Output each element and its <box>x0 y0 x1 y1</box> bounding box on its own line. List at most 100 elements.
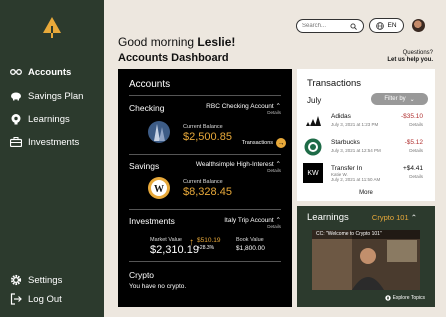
course-label: Crypto 101 <box>371 213 409 222</box>
briefcase-icon <box>10 136 22 148</box>
greeting: Good morning Leslie! <box>118 35 235 49</box>
compass-icon <box>384 295 391 301</box>
transaction-details-link[interactable]: Details <box>409 122 423 127</box>
language-label: EN <box>387 22 397 29</box>
divider <box>129 95 281 96</box>
savings-balance-label: Current Balance <box>183 179 223 185</box>
page-title: Accounts Dashboard <box>118 52 229 64</box>
divider <box>129 209 281 210</box>
chevron-updown-icon: ⌃ <box>410 213 417 222</box>
wealthsimple-logo-icon: W <box>148 177 170 199</box>
help-line-2: Let us help you. <box>387 57 433 63</box>
transaction-amount: -$5.12 <box>404 139 423 146</box>
transaction-name: Transfer In <box>331 165 363 172</box>
savings-details-link[interactable]: Details <box>196 168 281 173</box>
chevron-down-icon: ⌄ <box>409 96 415 103</box>
sidebar-item-accounts[interactable]: Accounts <box>10 66 71 78</box>
rbc-building-icon <box>148 121 170 143</box>
sidebar-item-label: Accounts <box>28 66 72 78</box>
checking-balance-value: $2,500.85 <box>183 131 232 143</box>
arrow-right-icon: → <box>276 138 286 148</box>
sidebar-item-learnings[interactable]: Learnings <box>10 113 70 125</box>
transaction-row[interactable]: KW Transfer In Katie W. July 2, 2021 at … <box>301 163 431 185</box>
accounts-panel: Accounts Checking RBC Checking Account ⌃… <box>118 69 292 307</box>
transaction-name: Starbucks <box>331 139 360 146</box>
investments-details-link[interactable]: Details <box>224 224 281 229</box>
book-value-label: Book Value <box>236 237 264 243</box>
change-value: $510.19 <box>197 237 221 244</box>
tree-logo-icon[interactable] <box>42 16 62 38</box>
filter-label: Filter by <box>384 96 406 102</box>
globe-icon <box>376 21 385 30</box>
glasses-icon <box>10 66 22 78</box>
checking-balance-label: Current Balance <box>183 124 223 130</box>
crypto-empty-text: You have no crypto. <box>129 283 187 290</box>
savings-balance-value: $8,328.45 <box>183 186 232 198</box>
video-player[interactable]: CC: "Welcome to Crypto 101" <box>312 230 420 290</box>
sidebar-item-label: Investments <box>28 136 80 148</box>
filter-dropdown[interactable]: Filter by ⌄ <box>371 93 428 105</box>
video-thumbnail <box>312 230 420 290</box>
sidebar-item-label: Settings <box>28 274 63 286</box>
savings-account-name: Wealthsimple High-Interest <box>195 161 274 168</box>
transaction-date: July 2, 2021 at 11:50 AM <box>331 177 381 182</box>
investments-account-name: Italy Trip Account <box>224 217 274 224</box>
explore-topics-link[interactable]: Explore Topics <box>384 295 425 301</box>
sidebar-item-logout[interactable]: Log Out <box>10 293 62 305</box>
greeting-name: Leslie! <box>197 35 236 49</box>
transaction-date: July 3, 2021 at 12:54 PM <box>331 148 381 153</box>
arrow-up-icon: ↑ <box>189 237 194 248</box>
sidebar-item-label: Savings Plan <box>28 90 84 102</box>
sidebar-item-label: Log Out <box>28 293 62 305</box>
sidebar-item-label: Learnings <box>28 113 70 125</box>
search-input[interactable] <box>302 23 350 29</box>
investments-account-select[interactable]: Italy Trip Account ⌃ Details <box>224 216 281 229</box>
sidebar-item-investments[interactable]: Investments <box>10 136 79 148</box>
transaction-amount: +$4.41 <box>402 165 423 172</box>
change-percent: +28.3% <box>197 245 215 251</box>
help-link[interactable]: Questions? Let us help you. <box>387 50 433 64</box>
search-box[interactable] <box>296 19 364 33</box>
transaction-name: Adidas <box>331 113 351 120</box>
chevron-updown-icon: ⌃ <box>275 161 281 168</box>
learnings-title: Learnings <box>307 212 349 223</box>
avatar[interactable] <box>412 19 425 32</box>
checking-account-select[interactable]: RBC Checking Account ⌃ Details <box>206 102 281 115</box>
divider <box>129 261 281 262</box>
piggy-bank-icon <box>10 90 22 102</box>
gear-icon <box>10 274 22 286</box>
transaction-details-link[interactable]: Details <box>409 148 423 153</box>
more-link[interactable]: More <box>297 190 435 196</box>
market-value-label: Market Value <box>150 237 182 243</box>
transaction-row[interactable]: Adidas July 3, 2021 at 1:23 PM -$35.10 D… <box>301 111 431 133</box>
crypto-title: Crypto <box>129 270 155 280</box>
logout-icon <box>10 293 22 305</box>
accounts-title: Accounts <box>129 79 171 90</box>
transactions-panel: Transactions July Filter by ⌄ Adidas Jul… <box>297 69 435 201</box>
help-line-1: Questions? <box>402 50 433 56</box>
transaction-amount: -$35.10 <box>400 113 423 120</box>
video-title: CC: "Welcome to Crypto 101" <box>316 231 382 237</box>
sidebar-item-settings[interactable]: Settings <box>10 274 62 286</box>
transaction-date: July 3, 2021 at 1:23 PM <box>331 122 379 127</box>
kw-initials-icon: KW <box>303 163 323 183</box>
savings-title: Savings <box>129 161 160 171</box>
transaction-details-link[interactable]: Details <box>409 174 423 179</box>
transactions-title: Transactions <box>307 78 362 89</box>
transactions-link[interactable]: Transactions → <box>242 138 286 148</box>
explore-topics-label: Explore Topics <box>392 295 425 301</box>
brain-icon <box>10 113 22 125</box>
checking-details-link[interactable]: Details <box>206 110 281 115</box>
adidas-logo-icon <box>303 111 323 131</box>
sidebar-item-savings-plan[interactable]: Savings Plan <box>10 90 83 102</box>
sidebar: Accounts Savings Plan Learnings Investme… <box>0 0 104 317</box>
transactions-month: July <box>307 96 322 105</box>
svg-text:W: W <box>154 184 164 195</box>
transaction-row[interactable]: Starbucks July 3, 2021 at 12:54 PM -$5.1… <box>301 137 431 159</box>
savings-account-select[interactable]: Wealthsimple High-Interest ⌃ Details <box>196 160 281 173</box>
chevron-updown-icon: ⌃ <box>275 103 281 110</box>
divider <box>129 154 281 155</box>
chevron-updown-icon: ⌃ <box>275 217 281 224</box>
course-select[interactable]: Crypto 101 ⌃ <box>372 213 417 222</box>
language-button[interactable]: EN <box>369 18 404 33</box>
